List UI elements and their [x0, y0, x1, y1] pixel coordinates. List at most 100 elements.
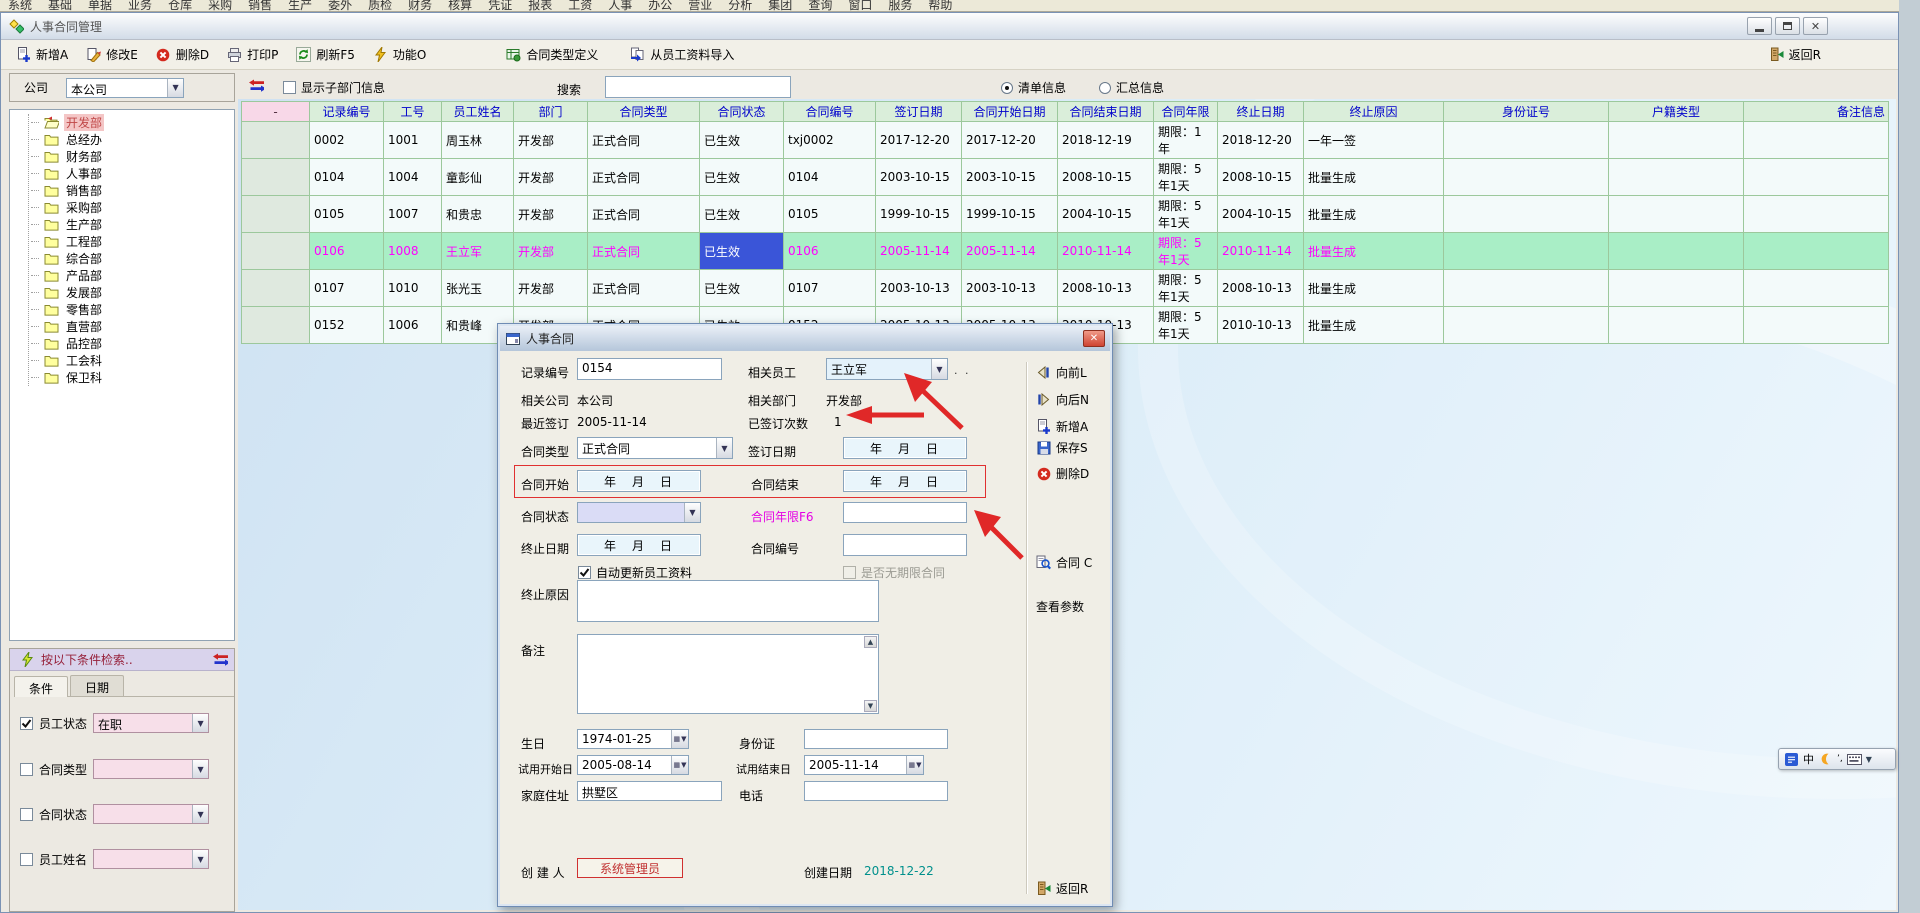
cell-部门[interactable]: 开发部 — [514, 233, 588, 270]
cell--[interactable] — [242, 159, 310, 196]
menu-item[interactable]: 服务 — [888, 0, 912, 12]
cell-合同类型[interactable]: 正式合同 — [588, 196, 700, 233]
cell-终止日期[interactable]: 2018-12-20 — [1218, 122, 1304, 159]
cell-工号[interactable]: 1010 — [384, 270, 442, 307]
column-header-合同开始日期[interactable]: 合同开始日期 — [962, 102, 1058, 122]
condition-select-合同类型[interactable]: ▼ — [93, 759, 209, 779]
cell-终止原因[interactable]: 一年一签 — [1304, 122, 1444, 159]
cell-签订日期[interactable]: 2017-12-20 — [876, 122, 962, 159]
cell-合同开始日期[interactable]: 2003-10-13 — [962, 270, 1058, 307]
swap-panel-icon[interactable] — [249, 78, 264, 93]
menu-item[interactable]: 系统 — [8, 0, 32, 12]
minimize-button[interactable] — [1747, 17, 1772, 35]
field-contract_years[interactable] — [843, 502, 967, 523]
cell-合同类型[interactable]: 正式合同 — [588, 270, 700, 307]
cell-户籍类型[interactable] — [1609, 307, 1744, 344]
cell-签订日期[interactable]: 2003-10-13 — [876, 270, 962, 307]
cell-合同年限[interactable]: 期限：1年 — [1154, 122, 1218, 159]
cell-终止日期[interactable]: 2010-11-14 — [1218, 233, 1304, 270]
cell-终止原因[interactable]: 批量生成 — [1304, 307, 1444, 344]
field-sign_date[interactable]: 年 月 日 — [843, 437, 967, 459]
column-header-终止日期[interactable]: 终止日期 — [1218, 102, 1304, 122]
field-trial_start[interactable]: 2005-08-14▦▼ — [577, 755, 689, 775]
sidebar-item-开发部[interactable]: 开发部 — [29, 114, 234, 131]
toolbar-button-return[interactable]: 返回R — [1760, 42, 1830, 67]
radio-summary-info[interactable]: 汇总信息 — [1099, 79, 1164, 96]
cell-合同状态[interactable]: 已生效 — [700, 159, 784, 196]
dialog-button-删除D[interactable]: 删除D — [1036, 465, 1089, 482]
cell-签订日期[interactable]: 1999-10-15 — [876, 196, 962, 233]
menu-item[interactable]: 销售 — [248, 0, 272, 12]
column-header-合同年限[interactable]: 合同年限 — [1154, 102, 1218, 122]
radio-icon[interactable] — [1099, 82, 1111, 94]
chevron-down-icon[interactable]: ▼ — [192, 850, 208, 868]
sidebar-item-生产部[interactable]: 生产部 — [29, 216, 234, 233]
cell-备注信息[interactable] — [1744, 233, 1889, 270]
sidebar-item-直营部[interactable]: 直营部 — [29, 318, 234, 335]
sidebar-item-人事部[interactable]: 人事部 — [29, 165, 234, 182]
condition-select-员工姓名[interactable]: ▼ — [93, 849, 209, 869]
menu-item[interactable]: 报表 — [528, 0, 552, 12]
menu-item[interactable]: 分析 — [728, 0, 752, 12]
sidebar-item-财务部[interactable]: 财务部 — [29, 148, 234, 165]
field-birthday[interactable]: 1974-01-25▦▼ — [577, 729, 689, 749]
cell-终止日期[interactable]: 2004-10-15 — [1218, 196, 1304, 233]
radio-icon[interactable] — [1001, 82, 1013, 94]
cell-身份证号[interactable] — [1444, 233, 1609, 270]
cell-备注信息[interactable] — [1744, 122, 1889, 159]
cell-身份证号[interactable] — [1444, 307, 1609, 344]
cell-终止日期[interactable]: 2010-10-13 — [1218, 307, 1304, 344]
menu-item[interactable]: 集团 — [768, 0, 792, 12]
ime-lang-label[interactable]: 中 — [1803, 751, 1814, 767]
column-header--[interactable]: - — [242, 102, 310, 122]
column-header-户籍类型[interactable]: 户籍类型 — [1609, 102, 1744, 122]
cell-备注信息[interactable] — [1744, 159, 1889, 196]
menu-item[interactable]: 委外 — [328, 0, 352, 12]
cell-合同状态[interactable]: 已生效 — [700, 233, 784, 270]
dialog-close-button[interactable]: ✕ — [1083, 330, 1105, 347]
field-contract_status[interactable]: ▼ — [577, 502, 701, 523]
menu-item[interactable]: 帮助 — [928, 0, 952, 12]
toolbar-button-打印P[interactable]: 打印P — [218, 42, 287, 67]
column-header-合同类型[interactable]: 合同类型 — [588, 102, 700, 122]
cell--[interactable] — [242, 270, 310, 307]
toolbar-button-删除D[interactable]: 删除D — [147, 42, 218, 67]
cell--[interactable] — [242, 307, 310, 344]
calendar-dropdown-icon[interactable]: ▦▼ — [671, 730, 688, 748]
menu-item[interactable]: 工资 — [568, 0, 592, 12]
cell-合同类型[interactable]: 正式合同 — [588, 233, 700, 270]
field-contract_type[interactable]: 正式合同▼ — [577, 437, 733, 459]
menu-item[interactable]: 办公 — [648, 0, 672, 12]
column-header-记录编号[interactable]: 记录编号 — [310, 102, 384, 122]
field-contract_end[interactable]: 年 月 日 — [843, 470, 967, 492]
cell-合同开始日期[interactable]: 2003-10-15 — [962, 159, 1058, 196]
ime-halfwidth-moon-icon[interactable] — [1818, 752, 1833, 767]
cell--[interactable] — [242, 122, 310, 159]
cell-合同结束日期[interactable]: 2018-12-19 — [1058, 122, 1154, 159]
company-select[interactable]: 本公司 ▼ — [66, 78, 184, 98]
cell-终止日期[interactable]: 2008-10-13 — [1218, 270, 1304, 307]
ime-punct-label[interactable]: ’, — [1837, 754, 1843, 764]
menu-item[interactable]: 窗口 — [848, 0, 872, 12]
cell-合同编号[interactable]: 0105 — [784, 196, 876, 233]
condition-select-合同状态[interactable]: ▼ — [93, 804, 209, 824]
cell-合同年限[interactable]: 期限：5年1天 — [1154, 159, 1218, 196]
toolbar-button-功能O[interactable]: 功能O — [364, 42, 435, 67]
cell-身份证号[interactable] — [1444, 122, 1609, 159]
dialog-button-返回R[interactable]: 返回R — [1036, 880, 1088, 897]
cell-部门[interactable]: 开发部 — [514, 270, 588, 307]
cell-合同类型[interactable]: 正式合同 — [588, 159, 700, 196]
menu-item[interactable]: 采购 — [208, 0, 232, 12]
menu-item[interactable]: 单据 — [88, 0, 112, 12]
cell-户籍类型[interactable] — [1609, 196, 1744, 233]
toolbar-button-从员工资料导入[interactable]: 从员工资料导入 — [621, 42, 743, 67]
ime-keyboard-icon[interactable] — [1847, 752, 1862, 767]
cell-身份证号[interactable] — [1444, 159, 1609, 196]
cell-终止原因[interactable]: 批量生成 — [1304, 270, 1444, 307]
show-subdept-checkbox[interactable]: 显示子部门信息 — [283, 79, 385, 96]
cell-员工姓名[interactable]: 周玉林 — [442, 122, 514, 159]
close-button[interactable]: ✕ — [1803, 17, 1828, 35]
cell-合同开始日期[interactable]: 2005-11-14 — [962, 233, 1058, 270]
cell-员工姓名[interactable]: 张光玉 — [442, 270, 514, 307]
field-contract_start[interactable]: 年 月 日 — [577, 470, 701, 492]
